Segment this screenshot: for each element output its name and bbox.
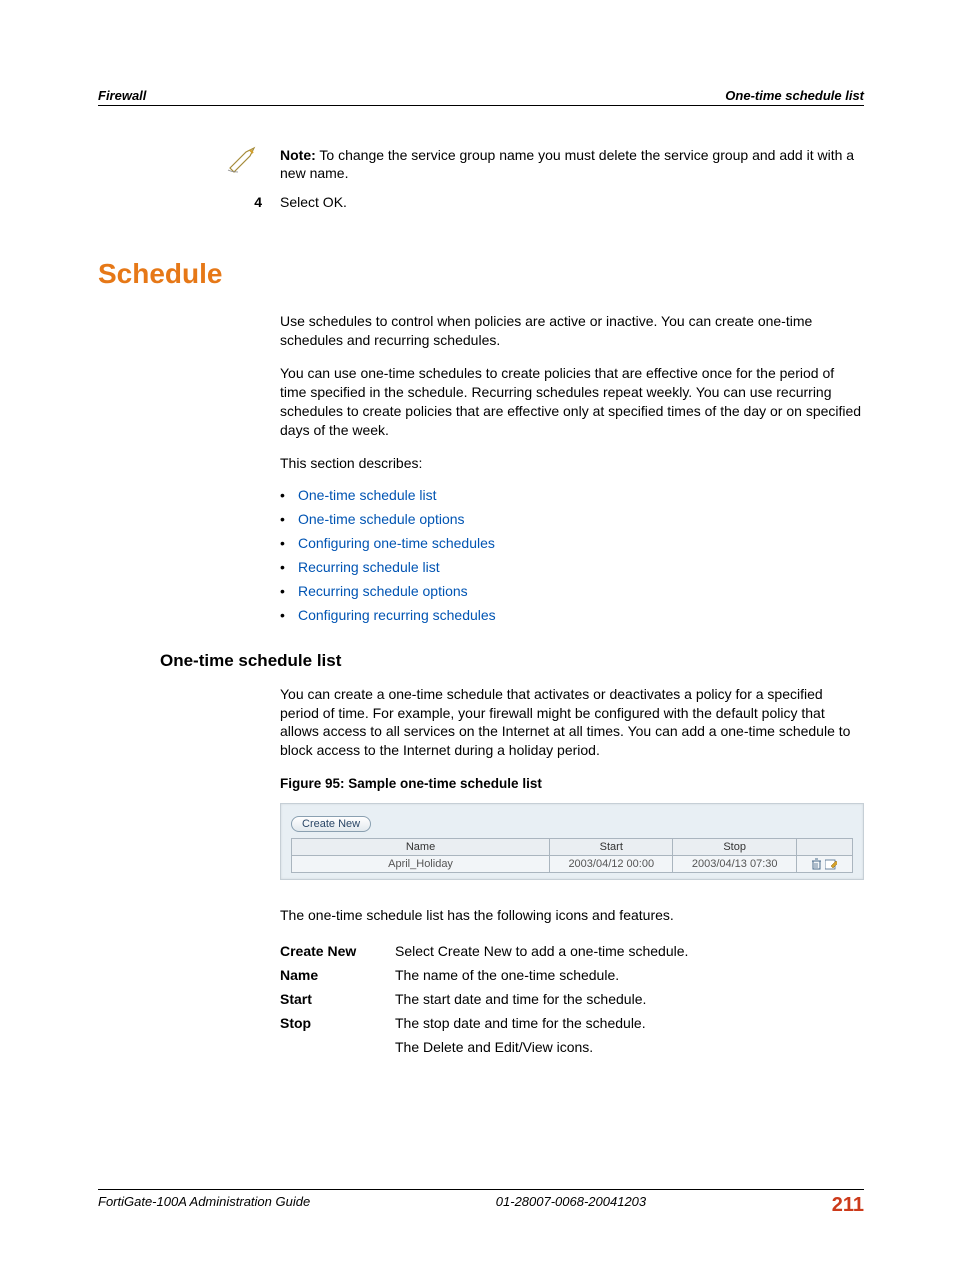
link-one-time-sched-options[interactable]: One-time schedule options bbox=[298, 511, 465, 527]
feature-row: Create New Select Create New to add a on… bbox=[280, 939, 688, 963]
paragraph: Use schedules to control when policies a… bbox=[280, 312, 864, 350]
paragraph: You can use one-time schedules to create… bbox=[280, 364, 864, 440]
cell-actions bbox=[796, 856, 852, 873]
link-config-recurring[interactable]: Configuring recurring schedules bbox=[298, 607, 496, 623]
list-item: •Recurring schedule list bbox=[280, 559, 864, 575]
paragraph: You can create a one-time schedule that … bbox=[280, 685, 864, 761]
feature-val: The Delete and Edit/View icons. bbox=[395, 1035, 688, 1059]
cell-name: April_Holiday bbox=[292, 856, 550, 873]
feature-row: Name The name of the one-time schedule. bbox=[280, 963, 688, 987]
footer-mid: 01-28007-0068-20041203 bbox=[496, 1194, 646, 1217]
feature-key bbox=[280, 1035, 395, 1059]
header-left: Firewall bbox=[98, 88, 146, 103]
col-name: Name bbox=[292, 839, 550, 856]
feature-val: The name of the one-time schedule. bbox=[395, 963, 688, 987]
running-header: Firewall One-time schedule list bbox=[98, 88, 864, 106]
table-row: April_Holiday 2003/04/12 00:00 2003/04/1… bbox=[292, 856, 853, 873]
feature-key: Create New bbox=[280, 939, 395, 963]
cell-stop: 2003/04/13 07:30 bbox=[673, 856, 796, 873]
link-recurring-options[interactable]: Recurring schedule options bbox=[298, 583, 468, 599]
running-footer: FortiGate-100A Administration Guide 01-2… bbox=[98, 1189, 864, 1217]
list-item: •One-time schedule options bbox=[280, 511, 864, 527]
link-recurring-list[interactable]: Recurring schedule list bbox=[298, 559, 440, 575]
paragraph: The one-time schedule list has the follo… bbox=[280, 906, 864, 925]
delete-icon[interactable] bbox=[811, 858, 822, 870]
page-number: 211 bbox=[832, 1194, 864, 1217]
subheading-one-time: One-time schedule list bbox=[160, 651, 864, 671]
paragraph: This section describes: bbox=[280, 454, 864, 473]
note-block: Note: To change the service group name y… bbox=[226, 146, 864, 182]
feature-key: Stop bbox=[280, 1011, 395, 1035]
schedule-table: Name Start Stop April_Holiday 2003/04/12… bbox=[291, 838, 853, 873]
col-start: Start bbox=[550, 839, 673, 856]
figure-caption: Figure 95: Sample one-time schedule list bbox=[280, 776, 864, 791]
link-config-one-time[interactable]: Configuring one-time schedules bbox=[298, 535, 495, 551]
table-header-row: Name Start Stop bbox=[292, 839, 853, 856]
feature-key: Name bbox=[280, 963, 395, 987]
step-number: 4 bbox=[226, 194, 262, 210]
list-item: •One-time schedule list bbox=[280, 487, 864, 503]
step-text: Select OK. bbox=[280, 194, 347, 210]
feature-row: Stop The stop date and time for the sche… bbox=[280, 1011, 688, 1035]
feature-key: Start bbox=[280, 987, 395, 1011]
header-right: One-time schedule list bbox=[725, 88, 864, 103]
list-item: •Recurring schedule options bbox=[280, 583, 864, 599]
heading-schedule: Schedule bbox=[98, 258, 864, 290]
col-stop: Stop bbox=[673, 839, 796, 856]
list-item: •Configuring recurring schedules bbox=[280, 607, 864, 623]
feature-row: The Delete and Edit/View icons. bbox=[280, 1035, 688, 1059]
feature-val: The stop date and time for the schedule. bbox=[395, 1011, 688, 1035]
link-list: •One-time schedule list •One-time schedu… bbox=[280, 487, 864, 623]
footer-left: FortiGate-100A Administration Guide bbox=[98, 1194, 310, 1217]
note-icon bbox=[226, 146, 262, 177]
feature-val: Select Create New to add a one-time sche… bbox=[395, 939, 688, 963]
step-row: 4 Select OK. bbox=[226, 194, 864, 210]
edit-icon[interactable] bbox=[825, 858, 837, 870]
note-text: Note: To change the service group name y… bbox=[280, 146, 864, 182]
link-one-time-sched-list[interactable]: One-time schedule list bbox=[298, 487, 437, 503]
feature-val: The start date and time for the schedule… bbox=[395, 987, 688, 1011]
cell-start: 2003/04/12 00:00 bbox=[550, 856, 673, 873]
list-item: •Configuring one-time schedules bbox=[280, 535, 864, 551]
col-actions bbox=[796, 839, 852, 856]
feature-table: Create New Select Create New to add a on… bbox=[280, 939, 688, 1059]
create-new-button[interactable]: Create New bbox=[291, 816, 371, 832]
feature-row: Start The start date and time for the sc… bbox=[280, 987, 688, 1011]
sample-screenshot: Create New Name Start Stop April_Holiday… bbox=[280, 803, 864, 880]
